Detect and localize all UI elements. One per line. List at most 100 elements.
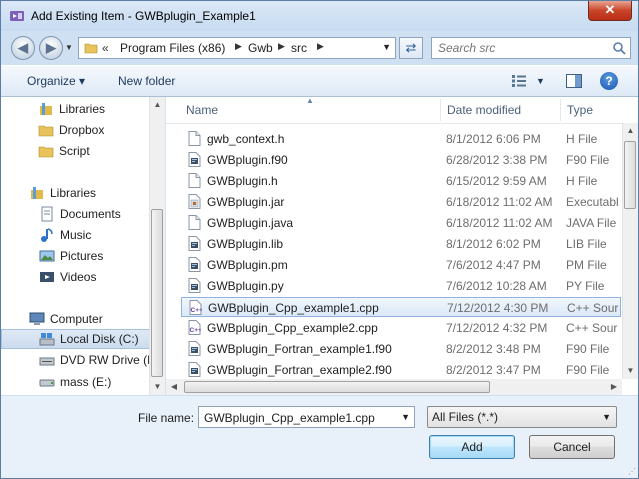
file-row[interactable]: GWBplugin.h 6/15/2012 9:59 AM H File (181, 171, 621, 191)
preview-pane-icon[interactable] (566, 74, 582, 88)
file-row[interactable]: C++ GWBplugin_Cpp_example2.cpp 7/12/2012 4… (181, 318, 621, 338)
libraries-icon (31, 187, 43, 199)
file-date-modified: 6/28/2012 3:38 PM (446, 153, 548, 167)
breadcrumb-src[interactable]: src (291, 41, 307, 55)
file-row[interactable]: gwb_context.h 8/1/2012 6:06 PM H File (181, 129, 621, 149)
column-name[interactable]: Name (186, 103, 218, 117)
file-row[interactable]: GWBplugin.f90 6/28/2012 3:38 PM F90 File (181, 150, 621, 170)
column-date-modified[interactable]: Date modified (447, 103, 521, 117)
code-file-icon (188, 341, 201, 356)
file-type-filter[interactable]: All Files (*.*) ▼ (427, 406, 617, 428)
search-box[interactable] (431, 37, 631, 59)
jar-file-icon (188, 194, 201, 209)
title-bar[interactable]: Add Existing Item - GWBplugin_Example1 ✕ (1, 1, 638, 31)
refresh-button[interactable]: ⇄ (399, 37, 423, 59)
file-date-modified: 6/18/2012 11:02 AM (446, 195, 553, 209)
file-row[interactable]: C++ GWBplugin_Cpp_example1.cpp 7/12/2012 4… (181, 297, 621, 317)
scrollbar-thumb[interactable] (184, 381, 490, 393)
breadcrumb-arrow-icon[interactable]: ▶ (235, 41, 242, 52)
file-row[interactable]: GWBplugin.lib 8/1/2012 6:02 PM LIB File (181, 234, 621, 254)
column-divider[interactable] (560, 99, 561, 121)
address-overflow-chevron[interactable]: « (102, 41, 109, 55)
nav-item-videos[interactable]: Videos (1, 267, 150, 287)
chevron-down-icon[interactable]: ▼ (401, 412, 410, 422)
back-button[interactable]: ◀ (11, 36, 35, 60)
file-list-pane: ▲ Name Date modified Type gwb_context.h 8… (166, 96, 638, 395)
dialog-footer: File name: ▼ All Files (*.*) ▼ Add Cance… (1, 396, 638, 478)
file-row[interactable]: GWBplugin_Fortran_example1.f90 8/2/2012 3… (181, 339, 621, 359)
forward-button[interactable]: ▶ (39, 36, 63, 60)
scroll-up-icon[interactable]: ▲ (623, 123, 638, 139)
file-row[interactable]: GWBplugin.py 7/6/2012 10:28 AM PY File (181, 276, 621, 296)
nav-item-libraries-favorite[interactable]: Libraries (1, 99, 150, 119)
horizontal-scrollbar[interactable]: ◀ ▶ (166, 379, 622, 395)
navigation-scrollbar[interactable]: ▲ ▼ (149, 97, 165, 395)
chevron-down-icon[interactable]: ▼ (382, 42, 391, 52)
close-button[interactable]: ✕ (588, 1, 632, 21)
nav-item-documents[interactable]: Documents (1, 204, 150, 224)
removable-drive-icon (39, 379, 55, 387)
command-bar: Organize ▾ New folder ▼ ? (1, 65, 638, 97)
file-row[interactable]: GWBplugin.java 6/18/2012 11:02 AM JAVA Fil… (181, 213, 621, 233)
breadcrumb-arrow-icon[interactable]: ▶ (278, 41, 285, 52)
file-name: GWBplugin.py (207, 279, 284, 293)
blank-file-icon (188, 131, 201, 146)
music-icon (41, 228, 53, 242)
file-name: GWBplugin_Fortran_example2.f90 (207, 363, 392, 377)
organize-menu[interactable]: Organize ▾ (27, 74, 85, 88)
scroll-down-icon[interactable]: ▼ (623, 363, 638, 379)
code-file-icon (188, 236, 201, 251)
nav-item-dvd-drive[interactable]: DVD RW Drive (D (1, 350, 150, 370)
resize-grip-icon[interactable]: ⋰ (628, 467, 636, 476)
scroll-right-icon[interactable]: ▶ (606, 379, 622, 395)
file-name-label: File name: (138, 411, 195, 425)
scrollbar-thumb[interactable] (624, 141, 636, 209)
search-input[interactable] (436, 40, 610, 56)
view-options-dropdown[interactable]: ▼ (536, 76, 545, 86)
file-type: C++ Sour (567, 301, 619, 315)
file-row[interactable]: GWBplugin_Fortran_example2.f90 8/2/2012 3… (181, 360, 621, 380)
chevron-down-icon[interactable]: ▼ (602, 412, 611, 422)
address-bar[interactable]: « Program Files (x86) ▶ Gwb ▶ src ▶ ▼ (78, 37, 396, 59)
code-file-icon (188, 362, 201, 377)
folder-icon (38, 125, 54, 137)
file-type: PY File (566, 279, 605, 293)
file-name-combobox[interactable]: ▼ (198, 406, 415, 428)
svg-text:C++: C++ (191, 307, 203, 314)
nav-item-libraries[interactable]: Libraries (1, 183, 150, 203)
breadcrumb-arrow-icon[interactable]: ▶ (317, 41, 324, 52)
pictures-icon (39, 250, 55, 262)
file-name-input[interactable] (202, 410, 396, 426)
column-type[interactable]: Type (567, 103, 593, 117)
scrollbar-thumb[interactable] (151, 209, 163, 377)
file-name: GWBplugin.jar (207, 195, 285, 209)
nav-item-script[interactable]: Script (1, 141, 150, 161)
nav-item-pictures[interactable]: Pictures (1, 246, 150, 266)
nav-item-dropbox[interactable]: Dropbox (1, 120, 150, 140)
recent-locations-dropdown[interactable]: ▼ (65, 43, 73, 52)
file-row[interactable]: GWBplugin.pm 7/6/2012 4:47 PM PM File (181, 255, 621, 275)
nav-item-local-disk-c[interactable]: Local Disk (C:) (1, 329, 150, 349)
cancel-button[interactable]: Cancel (529, 435, 615, 459)
file-date-modified: 6/15/2012 9:59 AM (446, 174, 547, 188)
change-view-icon[interactable] (511, 74, 527, 88)
scroll-left-icon[interactable]: ◀ (166, 379, 182, 395)
column-divider[interactable] (440, 99, 441, 121)
add-button[interactable]: Add (429, 435, 515, 459)
breadcrumb-gwb[interactable]: Gwb (248, 41, 273, 55)
nav-item-mass-e[interactable]: mass (E:) (1, 372, 150, 392)
file-date-modified: 8/1/2012 6:06 PM (446, 132, 541, 146)
code-file-icon (188, 152, 201, 167)
nav-item-computer[interactable]: Computer (1, 309, 150, 329)
local-disk-icon (39, 333, 55, 346)
file-row[interactable]: GWBplugin.jar 6/18/2012 11:02 AM Executabl (181, 192, 621, 212)
help-icon[interactable]: ? (600, 72, 618, 90)
blank-file-icon (188, 173, 201, 188)
arrow-left-icon: ◀ (18, 40, 28, 55)
nav-item-music[interactable]: Music (1, 225, 150, 245)
breadcrumb-program-files[interactable]: Program Files (x86) (120, 41, 225, 55)
file-list-scrollbar[interactable]: ▲ ▼ (622, 123, 638, 379)
scroll-up-icon[interactable]: ▲ (150, 97, 165, 113)
scroll-down-icon[interactable]: ▼ (150, 379, 165, 395)
new-folder-button[interactable]: New folder (118, 74, 175, 88)
